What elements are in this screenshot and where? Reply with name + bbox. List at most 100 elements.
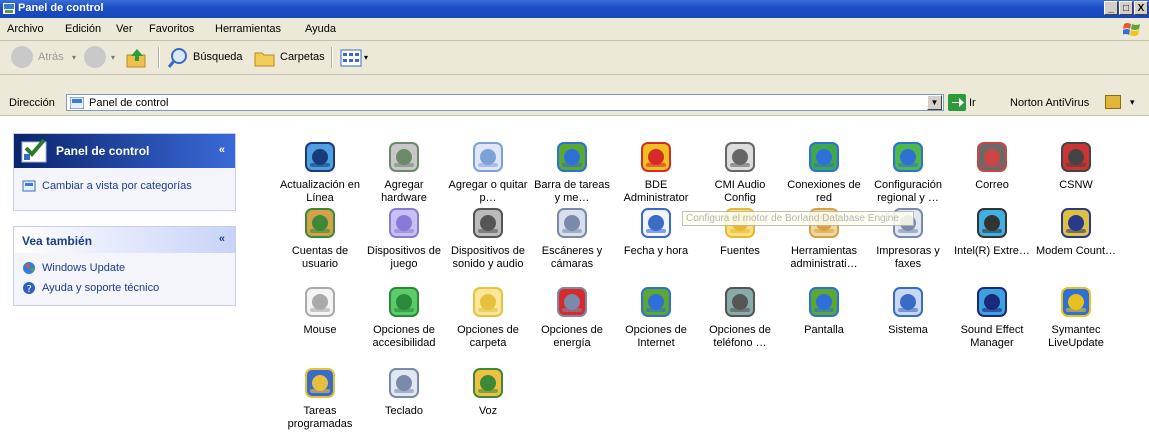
control-panel-item-taskbar[interactable]: Barra de tareas y me… xyxy=(530,139,614,205)
network-icon xyxy=(809,142,839,172)
menu-herramientas[interactable]: Herramientas xyxy=(215,23,281,35)
control-panel-item-label: Agregar hardware xyxy=(381,179,427,204)
control-panel-item-speech[interactable]: Voz xyxy=(446,365,530,418)
control-panel-pane-header[interactable]: Panel de control « xyxy=(14,134,235,168)
clock-icon xyxy=(641,208,671,238)
control-panel-item-accessibility[interactable]: Opciones de accesibilidad xyxy=(362,284,446,350)
control-panel-item-regional[interactable]: Configuración regional y … xyxy=(866,139,950,205)
forward-dropdown-arrow-icon[interactable]: ▾ xyxy=(111,53,115,62)
control-panel-item-label: Mouse xyxy=(303,324,337,336)
menu-favoritos[interactable]: Favoritos xyxy=(149,23,194,35)
power-icon xyxy=(557,287,587,317)
folders-button[interactable]: Carpetas xyxy=(280,51,325,63)
help-and-support-link[interactable]: Ayuda y soporte técnico xyxy=(42,282,159,294)
scheduled-tasks-icon xyxy=(305,368,335,398)
control-panel-item-mail[interactable]: Correo xyxy=(950,139,1034,192)
svg-text:?: ? xyxy=(27,284,32,295)
control-panel-icon xyxy=(3,3,15,14)
control-panel-item-label: Opciones de energía xyxy=(541,324,603,349)
keyboard-icon xyxy=(389,368,419,398)
control-panel-item-add-hardware[interactable]: Agregar hardware xyxy=(362,139,446,205)
menu-edicion[interactable]: Edición xyxy=(65,23,101,35)
control-panel-item-label: Fecha y hora xyxy=(623,245,689,257)
address-input[interactable]: Panel de control xyxy=(66,94,944,111)
collapse-chevron-icon[interactable]: « xyxy=(219,233,225,245)
control-panel-item-label: Actualización en Línea xyxy=(279,179,361,204)
menu-archivo[interactable]: Archivo xyxy=(7,23,44,35)
control-panel-item-sound-effect[interactable]: Sound Effect Manager xyxy=(950,284,1034,350)
csnw-icon xyxy=(1061,142,1091,172)
control-panel-item-mouse[interactable]: Mouse xyxy=(278,284,362,337)
back-button[interactable] xyxy=(11,46,33,68)
search-button[interactable]: Búsqueda xyxy=(193,51,243,63)
norton-antivirus-label[interactable]: Norton AntiVirus xyxy=(1010,97,1089,109)
control-panel-item-audio-config[interactable]: CMI Audio Config xyxy=(698,139,782,205)
control-panel-item-power[interactable]: Opciones de energía xyxy=(530,284,614,350)
control-panel-item-game-controller[interactable]: Dispositivos de juego xyxy=(362,205,446,271)
taskbar-icon xyxy=(557,142,587,172)
control-panel-item-modem[interactable]: Modem Count… xyxy=(1034,205,1118,258)
control-panel-item-add-remove-programs[interactable]: Agregar o quitar p… xyxy=(446,139,530,205)
control-panel-item-user-accounts[interactable]: Cuentas de usuario xyxy=(278,205,362,271)
control-panel-item-display[interactable]: Pantalla xyxy=(782,284,866,337)
title-bar[interactable]: Panel de control _ □ X xyxy=(0,0,1149,18)
modem-icon xyxy=(1061,208,1091,238)
search-icon[interactable] xyxy=(167,47,189,69)
views-icon[interactable] xyxy=(340,49,362,67)
control-panel-item-label: Sistema xyxy=(888,324,928,336)
control-panel-item-label: Symantec LiveUpdate xyxy=(1048,324,1104,349)
user-accounts-icon xyxy=(305,208,335,238)
control-panel-item-csnw[interactable]: CSNW xyxy=(1034,139,1118,192)
control-panel-item-speaker[interactable]: Dispositivos de sonido y audio xyxy=(446,205,530,271)
windows-update-link[interactable]: Windows Update xyxy=(42,262,125,274)
close-button[interactable]: X xyxy=(1134,1,1148,15)
back-label[interactable]: Atrás xyxy=(38,51,64,63)
control-panel-item-label: CMI Audio Config xyxy=(714,179,766,204)
control-panel-item-label: Modem Count… xyxy=(1035,245,1117,257)
norton-dropdown-arrow-icon[interactable]: ▾ xyxy=(1130,97,1135,108)
control-panel-item-internet[interactable]: Opciones de Internet xyxy=(614,284,698,350)
minimize-button[interactable]: _ xyxy=(1104,1,1118,15)
accessibility-icon xyxy=(389,287,419,317)
address-dropdown-button[interactable]: ▼ xyxy=(927,95,942,110)
control-panel-item-label: Agregar o quitar p… xyxy=(448,179,528,204)
control-panel-item-label: Sound Effect Manager xyxy=(960,324,1024,349)
mail-icon xyxy=(977,142,1007,172)
control-panel-item-label: BDE Administrator xyxy=(623,179,689,204)
control-panel-pane: Panel de control « Cambiar a vista por c… xyxy=(13,133,236,211)
control-panel-item-scheduled-tasks[interactable]: Tareas programadas xyxy=(278,365,362,431)
menu-ayuda[interactable]: Ayuda xyxy=(305,23,336,35)
control-panel-item-update[interactable]: Actualización en Línea xyxy=(278,139,362,205)
control-panel-item-scanner[interactable]: Escáneres y cámaras xyxy=(530,205,614,271)
speech-icon xyxy=(473,368,503,398)
control-panel-item-label: Correo xyxy=(975,179,1009,191)
folders-icon[interactable] xyxy=(254,48,276,68)
up-folder-icon[interactable] xyxy=(126,47,148,69)
control-panel-item-label: Dispositivos de juego xyxy=(367,245,441,270)
norton-icon[interactable] xyxy=(1105,95,1121,109)
address-value: Panel de control xyxy=(89,97,169,109)
maximize-button[interactable]: □ xyxy=(1119,1,1133,15)
control-panel-item-label: Fuentes xyxy=(720,245,760,257)
views-dropdown-arrow-icon[interactable]: ▾ xyxy=(364,53,368,62)
back-dropdown-arrow-icon[interactable]: ▾ xyxy=(72,53,76,62)
menu-ver[interactable]: Ver xyxy=(116,23,133,35)
control-panel-item-network[interactable]: Conexiones de red xyxy=(782,139,866,205)
forward-button[interactable] xyxy=(84,46,106,68)
go-button[interactable]: Ir xyxy=(969,97,976,109)
see-also-pane-header[interactable]: Vea también « xyxy=(14,227,235,253)
control-panel-item-liveupdate[interactable]: Symantec LiveUpdate xyxy=(1034,284,1118,350)
control-panel-item-keyboard[interactable]: Teclado xyxy=(362,365,446,418)
switch-to-category-view-link[interactable]: Cambiar a vista por categorías xyxy=(42,180,192,192)
control-panel-item-label: Cuentas de usuario xyxy=(291,245,349,270)
control-panel-item-bde[interactable]: BDE Administrator xyxy=(614,139,698,205)
phone-icon xyxy=(725,287,755,317)
collapse-chevron-icon[interactable]: « xyxy=(219,144,225,156)
intel-graphics-icon xyxy=(977,208,1007,238)
control-panel-item-system[interactable]: Sistema xyxy=(866,284,950,337)
control-panel-item-intel-graphics[interactable]: Intel(R) Extre… xyxy=(950,205,1034,258)
control-panel-item-phone[interactable]: Opciones de teléfono … xyxy=(698,284,782,350)
control-panel-item-folder-options[interactable]: Opciones de carpeta xyxy=(446,284,530,350)
see-also-pane: Vea también « Windows Update ? Ayuda y s… xyxy=(13,226,236,306)
go-arrow-icon[interactable] xyxy=(948,94,966,111)
